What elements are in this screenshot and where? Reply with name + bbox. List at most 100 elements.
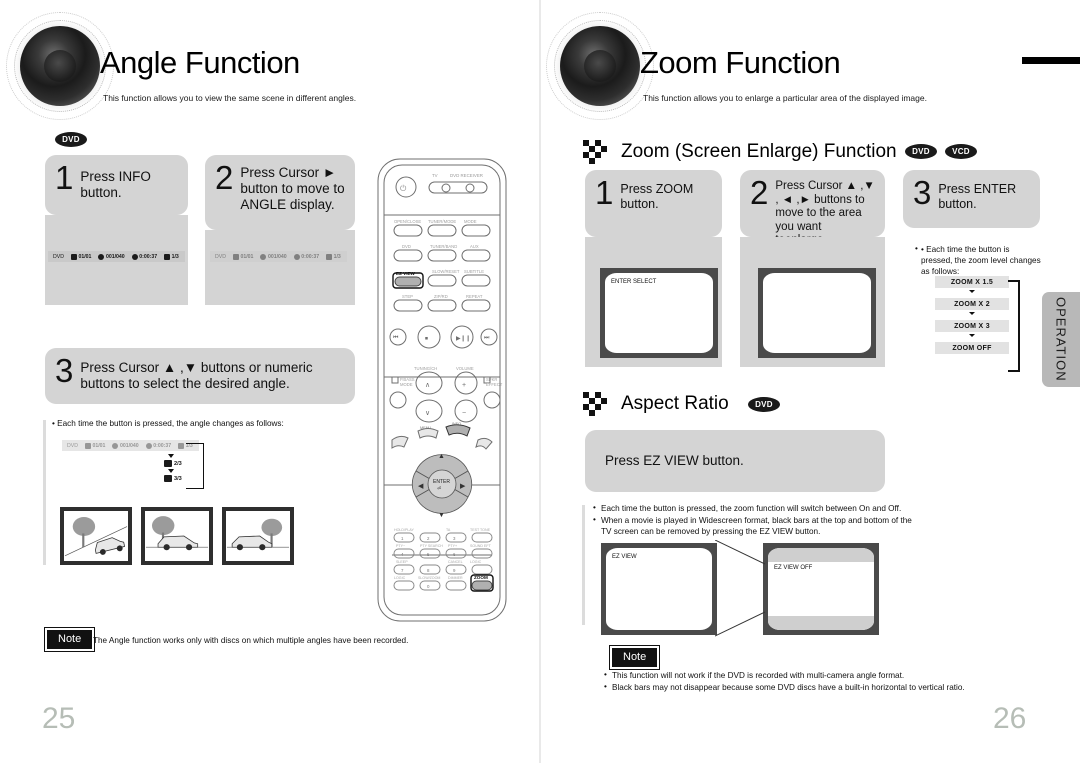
osd-title: 01/01 bbox=[240, 253, 254, 260]
down-arrow-icon bbox=[969, 290, 975, 296]
step-box-2-zoom: 2 Press Cursor ▲ ,▼ , ◄ ,► buttons to mo… bbox=[740, 170, 885, 246]
note-bullet: Black bars may not disappear because som… bbox=[604, 681, 1024, 693]
camera-icon bbox=[164, 253, 171, 260]
svg-text:∨: ∨ bbox=[425, 410, 430, 417]
tv-osd-label: EZ VIEW OFF bbox=[774, 565, 813, 571]
section-heading-aspect: Aspect Ratio bbox=[583, 392, 729, 416]
svg-text:⏹: ⏹ bbox=[425, 336, 428, 342]
svg-text:EFFECT: EFFECT bbox=[486, 382, 503, 387]
badge-dvd-zoom: DVD bbox=[905, 144, 937, 159]
osd-disc-type: DVD bbox=[53, 253, 64, 260]
osd-chapter: 001/040 bbox=[119, 442, 139, 449]
camera-icon bbox=[178, 442, 185, 449]
disc-logo-left bbox=[6, 12, 114, 120]
page-title-left: Angle Function bbox=[100, 45, 300, 80]
angle-cycle-row: 2/3 bbox=[164, 460, 182, 467]
badge-dvd-aspect: DVD bbox=[748, 397, 780, 412]
angle-cycle-row: 3/3 bbox=[164, 475, 182, 482]
svg-text:HOLD/PLAY: HOLD/PLAY bbox=[394, 528, 415, 532]
step-number: 2 bbox=[215, 159, 234, 196]
svg-text:TUNER/BAND: TUNER/BAND bbox=[430, 244, 457, 249]
tv-osd-label: EZ VIEW bbox=[612, 554, 637, 560]
tv-screen-ez-view-on: EZ VIEW bbox=[601, 543, 717, 635]
svg-text:PTY SEARCH: PTY SEARCH bbox=[420, 544, 443, 548]
svg-text:SLOW/RESET: SLOW/RESET bbox=[432, 269, 460, 274]
svg-text:ENTER: ENTER bbox=[433, 479, 450, 485]
aspect-bullet: When a movie is played in Widescreen for… bbox=[593, 514, 913, 537]
svg-text:PTY+: PTY+ bbox=[448, 544, 457, 548]
osd-chapter: 001/040 bbox=[105, 253, 125, 260]
svg-text:TV: TV bbox=[432, 173, 438, 178]
svg-text:SLEEP: SLEEP bbox=[396, 560, 408, 564]
osd-title: 01/01 bbox=[78, 253, 92, 260]
side-tab-operation: OPERATION bbox=[1042, 292, 1080, 387]
tv-osd-label: ENTER SELECT bbox=[611, 279, 657, 285]
svg-text:+: + bbox=[462, 382, 466, 389]
aspect-instruction-text: Press EZ VIEW button. bbox=[605, 453, 744, 468]
step-number: 3 bbox=[913, 174, 932, 211]
step-box-2-left: 2 Press Cursor ► button to move to ANGLE… bbox=[205, 155, 355, 230]
svg-text:2: 2 bbox=[427, 536, 430, 541]
step-text: Press ENTER button. bbox=[938, 182, 1017, 211]
svg-text:7: 7 bbox=[401, 568, 404, 573]
svg-text:PTY−: PTY− bbox=[396, 544, 405, 548]
svg-text:EZ VIEW: EZ VIEW bbox=[396, 271, 416, 276]
angle-cycle-loop-line bbox=[186, 443, 204, 489]
tv-screen-ez-view-off: EZ VIEW OFF bbox=[763, 543, 879, 635]
svg-text:◀: ◀ bbox=[418, 483, 424, 490]
svg-text:⏮: ⏮ bbox=[393, 335, 399, 341]
step-box-1-left: 1 Press INFO button. bbox=[45, 155, 188, 215]
angle-scene-2 bbox=[141, 507, 213, 565]
svg-text:−: − bbox=[462, 410, 466, 417]
svg-text:▶: ▶ bbox=[460, 483, 466, 490]
step-panel-2-left bbox=[205, 230, 355, 305]
svg-text:INFO: INFO bbox=[452, 422, 461, 426]
title-icon bbox=[232, 253, 239, 260]
zoom-level-cell: ZOOM X 3 bbox=[935, 320, 1009, 332]
zoom-level-cell: ZOOM OFF bbox=[935, 342, 1009, 354]
chapter-icon bbox=[98, 253, 105, 260]
down-arrow-icon bbox=[969, 312, 975, 318]
zoom-level-cell: ZOOM X 1.5 bbox=[935, 276, 1009, 288]
tv-screen-zoom-area bbox=[758, 268, 876, 358]
svg-text:⏎: ⏎ bbox=[437, 486, 441, 492]
left-vertical-rule bbox=[43, 420, 46, 565]
clock-icon bbox=[131, 253, 138, 260]
angle-cycle-note: • Each time the button is pressed, the a… bbox=[52, 419, 284, 428]
chapter-icon bbox=[260, 253, 267, 260]
svg-text:TUNING/CH: TUNING/CH bbox=[414, 366, 437, 371]
zoom-level-chain: ZOOM X 1.5 ZOOM X 2 ZOOM X 3 ZOOM OFF bbox=[935, 276, 1009, 354]
camera-icon bbox=[326, 253, 333, 260]
aspect-bullet: Each time the button is pressed, the zoo… bbox=[593, 502, 913, 514]
angle-cycle-diagram: 2/3 3/3 bbox=[164, 452, 182, 482]
osd-time: 0:00:37 bbox=[301, 253, 320, 260]
svg-text:MENU: MENU bbox=[420, 426, 431, 430]
note-label-right: Note bbox=[610, 646, 660, 669]
svg-text:TEST TONE: TEST TONE bbox=[470, 528, 491, 532]
angle-scene-3 bbox=[222, 507, 294, 565]
step-number: 2 bbox=[750, 174, 769, 211]
spread-divider bbox=[539, 0, 541, 763]
clock-icon bbox=[145, 442, 152, 449]
svg-text:MODE: MODE bbox=[400, 382, 413, 387]
osd-strip-step2: DVD 01/01 001/040 0:00:37 1/3 bbox=[210, 251, 347, 262]
checker-arrow-icon bbox=[583, 140, 613, 164]
angle-value: 2/3 bbox=[174, 460, 182, 467]
side-tab-label: OPERATION bbox=[1053, 297, 1069, 382]
remote-control-illustration: ⏻ TV DVD RECEIVER EZ VIEW OPEN/CLOSE TUN… bbox=[374, 155, 510, 625]
badge-vcd-zoom: VCD bbox=[945, 144, 977, 159]
osd-strip-cycle: DVD 01/01 001/040 0:00:37 1/3 bbox=[62, 440, 199, 451]
svg-text:DVD: DVD bbox=[402, 244, 411, 249]
svg-text:LOGIC: LOGIC bbox=[470, 560, 482, 564]
note-text-left: • The Angle function works only with dis… bbox=[88, 636, 409, 645]
note-bullets-right: This function will not work if the DVD i… bbox=[604, 669, 1024, 694]
step-text: Press ZOOM button. bbox=[620, 182, 694, 211]
svg-text:SUBTITLE: SUBTITLE bbox=[464, 269, 484, 274]
svg-text:TA: TA bbox=[446, 528, 451, 532]
osd-angle: 1/3 bbox=[333, 253, 341, 260]
osd-disc-type: DVD bbox=[215, 253, 226, 260]
title-icon bbox=[70, 253, 77, 260]
note-bullet: This function will not work if the DVD i… bbox=[604, 669, 1024, 681]
letterbox-bar-bottom bbox=[768, 616, 874, 630]
osd-angle: 1/3 bbox=[171, 253, 179, 260]
